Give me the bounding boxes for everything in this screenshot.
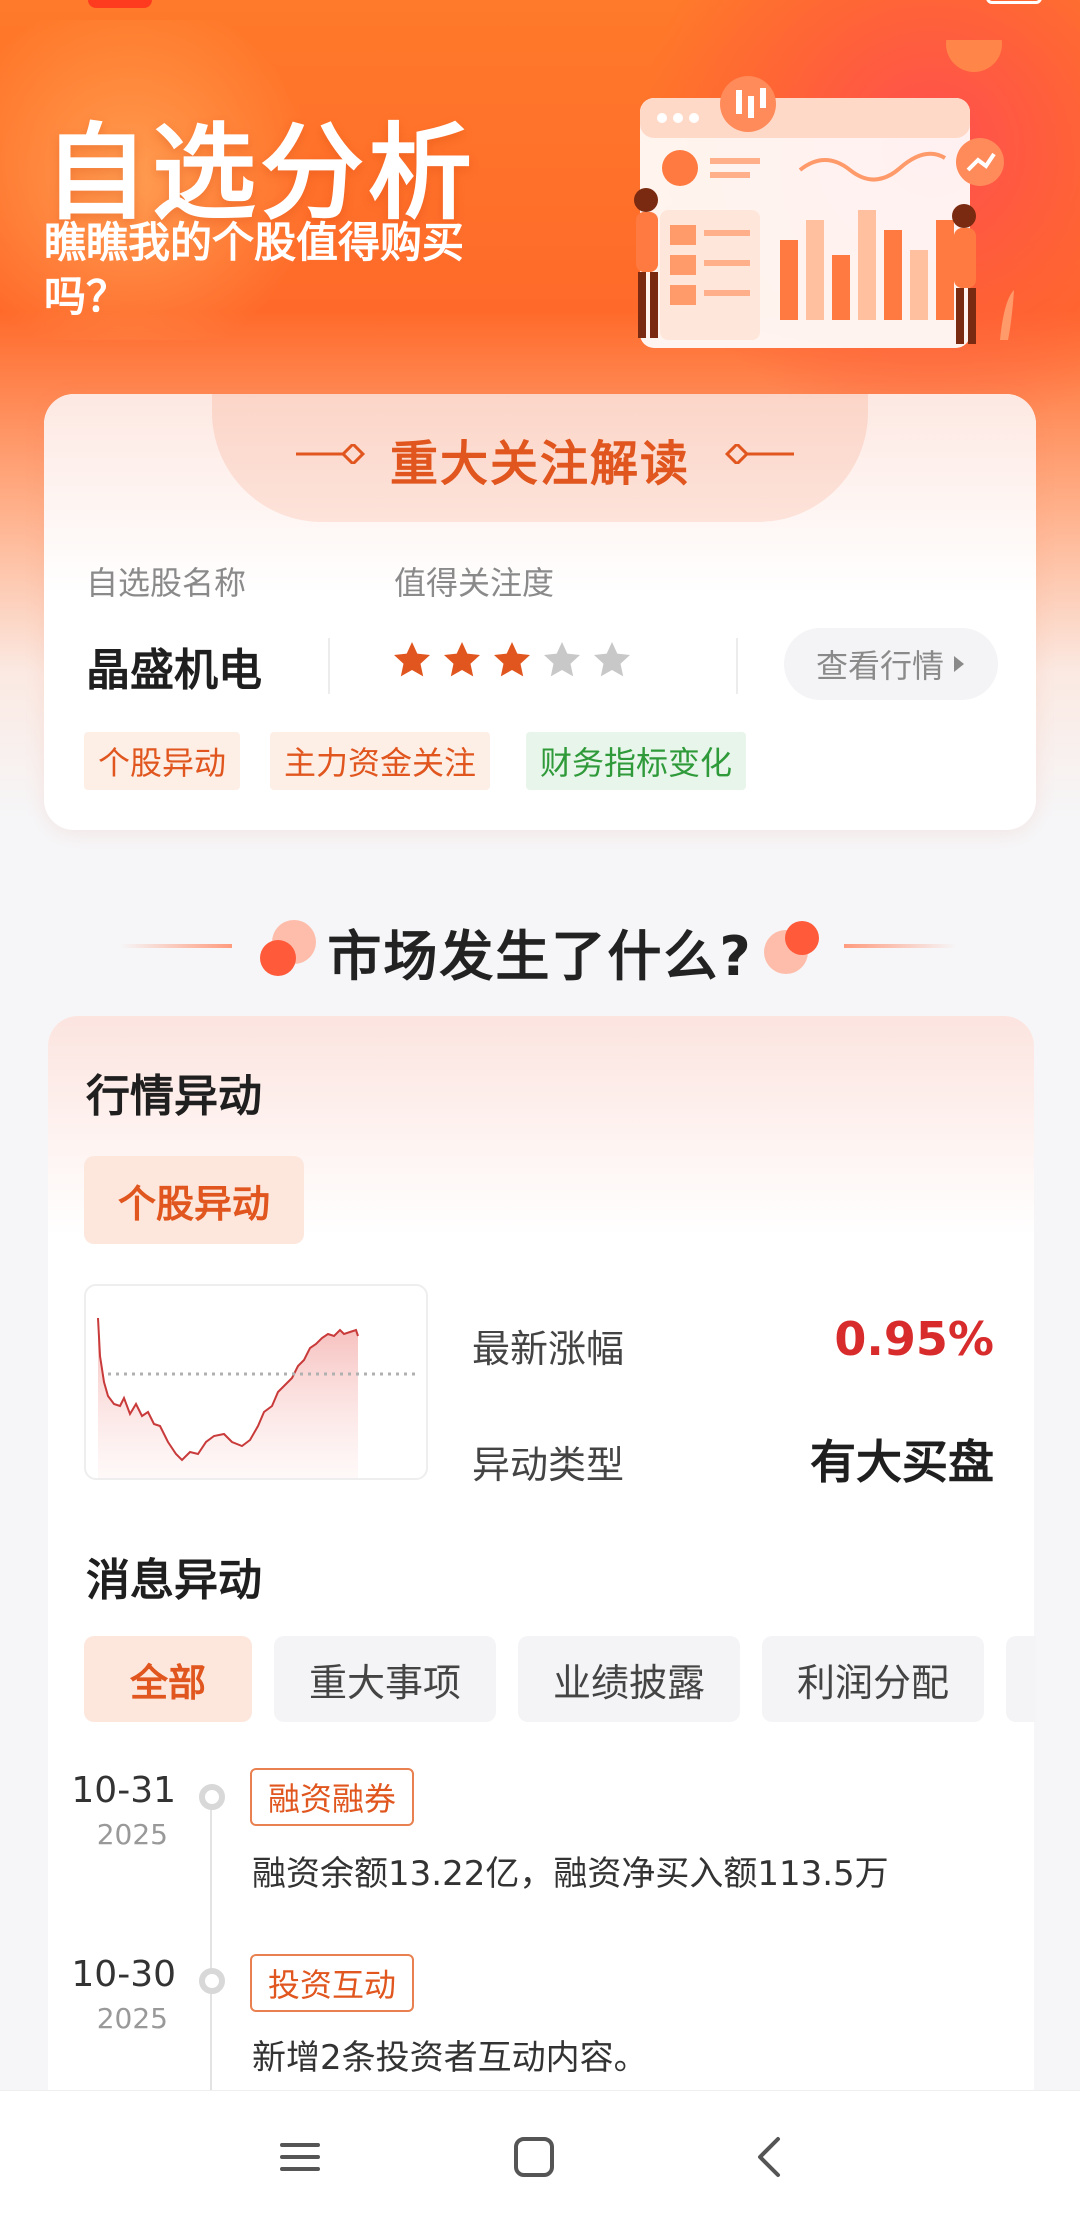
timeline-text: 融资余额13.22亿，融资净买入额113.5万 bbox=[252, 1854, 889, 1894]
intraday-line bbox=[97, 1317, 416, 1478]
focus-tag: 财务指标变化 bbox=[526, 732, 747, 790]
focus-tag: 个股异动 bbox=[84, 732, 241, 790]
timeline-year: 2025 bbox=[96, 2002, 168, 2035]
focus-tag: 主力资金关注 bbox=[270, 732, 491, 790]
filter-earnings[interactable]: 业绩披露 bbox=[518, 1636, 740, 1722]
page: 自选分析 瞧瞧我的个股值得购买吗？ 重大关注解读 自选股名称 值得关注度 晶盛机… bbox=[0, 0, 1080, 2222]
latest-change-label: 最新涨幅 bbox=[472, 1327, 625, 1371]
section-title: 市场发生了什么? bbox=[327, 925, 753, 988]
filter-all[interactable]: 全部 bbox=[84, 1636, 252, 1722]
bubble-deco-right-icon bbox=[764, 921, 819, 974]
view-quote-button[interactable]: 查看行情 bbox=[784, 628, 998, 700]
anomaly-type-label: 异动类型 bbox=[472, 1443, 625, 1487]
menu-icon[interactable] bbox=[268, 2125, 332, 2189]
timeline-text: 新增2条投资者互动内容。 bbox=[252, 2038, 648, 2078]
filter-dividend[interactable]: 利润分配 bbox=[762, 1636, 984, 1722]
stock-anomaly-pill[interactable]: 个股异动 bbox=[84, 1156, 304, 1244]
analytics-illustration bbox=[634, 40, 1014, 348]
back-icon[interactable] bbox=[738, 2125, 802, 2189]
focus-card: 重大关注解读 自选股名称 值得关注度 晶盛机电 查看行情 个股异动 主力资金关注… bbox=[44, 394, 1036, 830]
timeline-tag: 投资互动 bbox=[250, 1954, 415, 2012]
view-quote-label: 查看行情 bbox=[815, 647, 944, 685]
market-title: 行情异动 bbox=[86, 1071, 262, 1122]
attention-label: 值得关注度 bbox=[394, 564, 555, 602]
star-filled-icon bbox=[444, 642, 480, 677]
star-empty-icon bbox=[544, 642, 580, 677]
timeline-tag: 融资融券 bbox=[250, 1768, 415, 1826]
star-empty-icon bbox=[594, 642, 630, 677]
diamond-deco-right-icon bbox=[724, 444, 794, 464]
intraday-chart[interactable] bbox=[84, 1284, 428, 1480]
focus-title: 重大关注解读 bbox=[389, 436, 690, 492]
timeline-dot bbox=[199, 1968, 225, 1994]
timeline-line bbox=[210, 1790, 212, 2110]
filter-major-events[interactable]: 重大事项 bbox=[274, 1636, 496, 1722]
section-heading: 市场发生了什么? bbox=[0, 906, 1080, 988]
stock-name: 晶盛机电 bbox=[86, 645, 262, 696]
share-icon[interactable] bbox=[986, 0, 1042, 4]
home-icon[interactable] bbox=[502, 2125, 566, 2189]
latest-change-value: 0.95% bbox=[834, 1312, 994, 1366]
stock-name-label: 自选股名称 bbox=[86, 564, 247, 602]
star-filled-icon bbox=[494, 642, 530, 677]
anomaly-type-value: 有大买盘 bbox=[810, 1435, 994, 1489]
timeline-date: 10-30 bbox=[71, 1954, 176, 1995]
filter-more[interactable] bbox=[1006, 1636, 1036, 1722]
caret-right-icon bbox=[954, 656, 964, 672]
star-filled-icon bbox=[394, 642, 430, 677]
system-nav-bar bbox=[0, 2090, 1080, 2222]
timeline-dot bbox=[199, 1784, 225, 1810]
attention-rating bbox=[392, 640, 632, 680]
hero-subtitle: 瞧瞧我的个股值得购买吗？ bbox=[44, 218, 465, 321]
top-badge bbox=[88, 0, 152, 8]
timeline-date: 10-31 bbox=[71, 1770, 176, 1811]
timeline-year: 2025 bbox=[96, 1818, 168, 1851]
news-title: 消息异动 bbox=[86, 1555, 262, 1606]
